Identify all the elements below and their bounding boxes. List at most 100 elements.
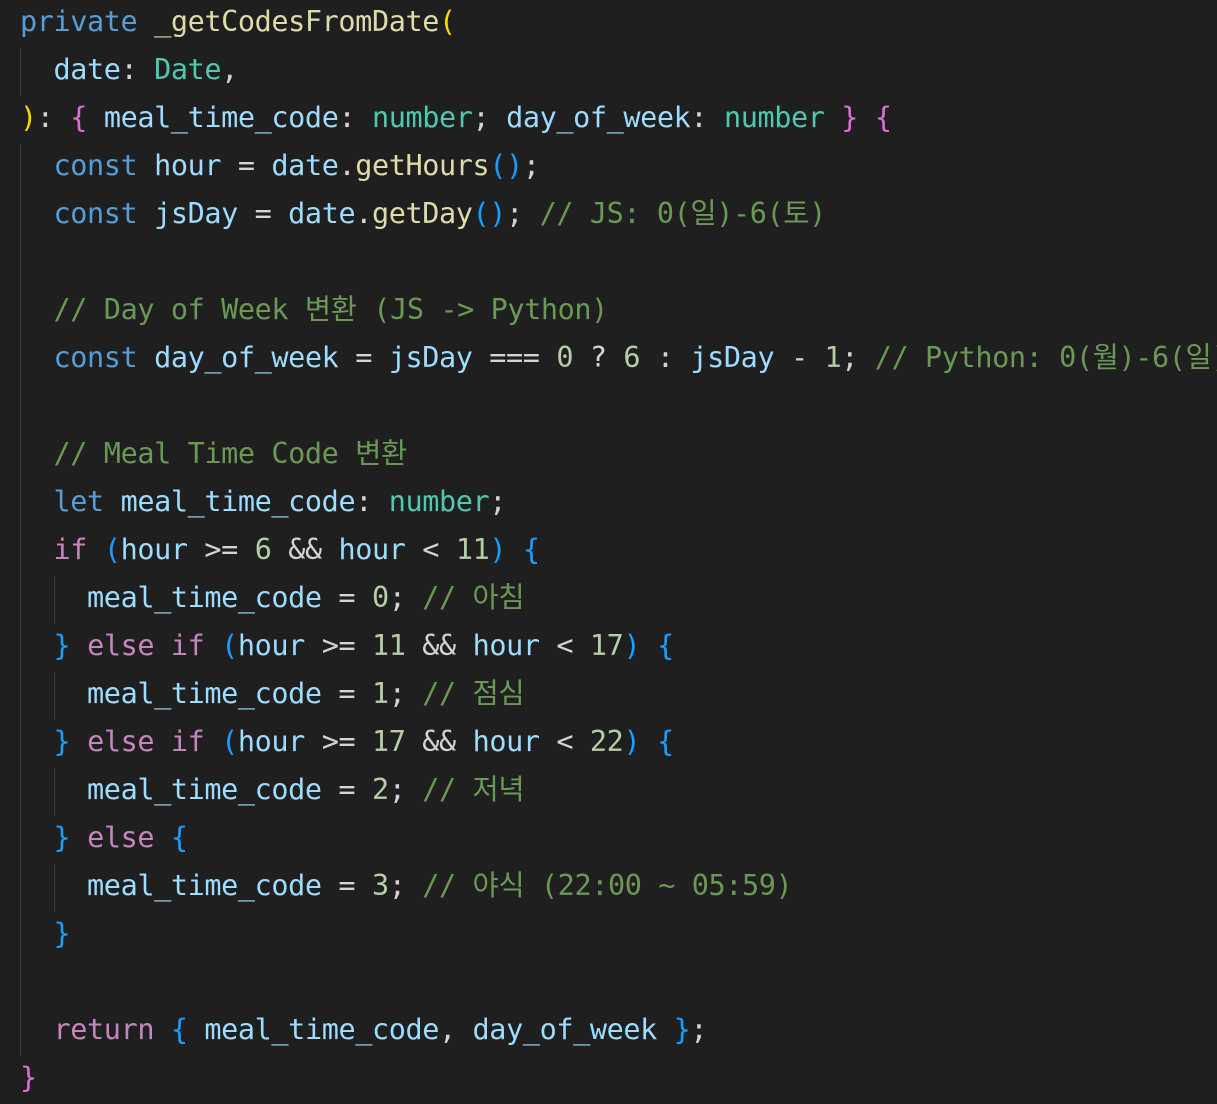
code-line[interactable]: meal_time_code = 1; // 점심: [20, 672, 1210, 720]
comment-token: // 아침: [422, 581, 525, 614]
variable-token: meal_time_code: [87, 773, 322, 806]
code-line[interactable]: }: [20, 1056, 1210, 1104]
type-token: number: [388, 485, 490, 518]
variable-token: hour: [237, 725, 305, 758]
variable-token: meal_time_code: [87, 677, 322, 710]
punctuation-token: ;: [388, 677, 423, 710]
code-line[interactable]: const jsDay = date.getDay(); // JS: 0(일)…: [20, 192, 1210, 240]
variable-token: jsDay: [690, 341, 775, 374]
bracket-token: {: [70, 101, 88, 134]
bracket-token: }: [20, 1061, 37, 1094]
variable-token: date: [271, 149, 339, 182]
punctuation-token: .: [355, 197, 372, 230]
variable-token: meal_time_code: [87, 581, 322, 614]
punctuation-token: &&: [271, 533, 339, 566]
comment-token: // Python: 0(월)-6(일): [874, 341, 1217, 374]
number-token: 0: [556, 341, 574, 374]
punctuation-token: =: [338, 341, 389, 374]
code-line[interactable]: ): { meal_time_code: number; day_of_week…: [20, 96, 1210, 144]
punctuation-token: ;: [472, 101, 507, 134]
punctuation-token: [20, 917, 54, 950]
punctuation-token: [20, 53, 54, 86]
punctuation-token: ;: [522, 149, 540, 182]
code-line[interactable]: const day_of_week = jsDay === 0 ? 6 : js…: [20, 336, 1217, 384]
number-token: 11: [455, 533, 490, 566]
number-token: 22: [589, 725, 624, 758]
punctuation-token: ;: [388, 869, 423, 902]
variable-token: jsDay: [154, 197, 238, 230]
bracket-token: ): [20, 101, 37, 134]
code-editor[interactable]: private _getCodesFromDate( date: Date,):…: [0, 0, 1217, 1104]
control-keyword-token: else if: [87, 629, 205, 662]
keyword-token: const: [53, 197, 138, 230]
punctuation-token: [87, 533, 104, 566]
bracket-token: ): [623, 725, 641, 758]
punctuation-token: [858, 101, 875, 134]
punctuation-token: :: [36, 101, 71, 134]
code-line[interactable]: [20, 960, 1210, 1008]
variable-token: date: [53, 53, 121, 86]
code-line[interactable]: [20, 240, 1210, 288]
punctuation-token: [20, 773, 87, 806]
code-line[interactable]: private _getCodesFromDate(: [20, 0, 1210, 48]
punctuation-token: ;: [388, 581, 423, 614]
variable-token: hour: [120, 533, 188, 566]
code-line[interactable]: meal_time_code = 3; // 야식 (22:00 ~ 05:59…: [20, 864, 1210, 912]
variable-token: hour: [237, 629, 305, 662]
code-line[interactable]: [20, 384, 1210, 432]
code-line[interactable]: let meal_time_code: number;: [20, 480, 1210, 528]
punctuation-token: &&: [405, 725, 473, 758]
code-line[interactable]: if (hour >= 6 && hour < 11) {: [20, 528, 1210, 576]
variable-token: date: [288, 197, 356, 230]
punctuation-token: :: [355, 485, 389, 518]
code-content[interactable]: private _getCodesFromDate( date: Date,):…: [20, 0, 1217, 1104]
number-token: 2: [371, 773, 389, 806]
punctuation-token: ===: [472, 341, 557, 374]
code-line[interactable]: meal_time_code = 0; // 아침: [20, 576, 1210, 624]
number-token: 1: [371, 677, 389, 710]
code-line[interactable]: meal_time_code = 2; // 저녁: [20, 768, 1210, 816]
bracket-token: {: [170, 1013, 188, 1046]
code-line[interactable]: // Meal Time Code 변환: [20, 432, 1210, 480]
punctuation-token: [20, 293, 54, 326]
code-line[interactable]: } else if (hour >= 11 && hour < 17) {: [20, 624, 1210, 672]
punctuation-token: >=: [304, 629, 372, 662]
keyword-token: private: [20, 5, 138, 38]
punctuation-token: [20, 1013, 54, 1046]
code-line[interactable]: }: [20, 912, 1210, 960]
punctuation-token: [137, 197, 154, 230]
code-line[interactable]: // Day of Week 변환 (JS -> Python): [20, 288, 1210, 336]
bracket-token: (: [103, 533, 121, 566]
bracket-token: {: [656, 629, 674, 662]
number-token: 11: [372, 629, 406, 662]
punctuation-token: =: [237, 197, 289, 230]
punctuation-token: [188, 1013, 205, 1046]
comment-token: // JS: 0(일)-6(토): [539, 197, 827, 230]
punctuation-token: ;: [489, 485, 507, 518]
punctuation-token: [70, 821, 87, 854]
bracket-token: }: [673, 1013, 691, 1046]
type-token: number: [371, 101, 473, 134]
punctuation-token: <: [405, 533, 456, 566]
bracket-token: {: [522, 533, 540, 566]
code-line[interactable]: } else {: [20, 816, 1210, 864]
punctuation-token: [506, 533, 523, 566]
punctuation-token: -: [774, 341, 825, 374]
number-token: 3: [371, 869, 389, 902]
variable-token: meal_time_code: [204, 1013, 440, 1046]
code-line[interactable]: } else if (hour >= 17 && hour < 22) {: [20, 720, 1210, 768]
number-token: 1: [824, 341, 842, 374]
punctuation-token: [154, 821, 171, 854]
comment-token: // 점심: [422, 677, 525, 710]
punctuation-token: ;: [690, 1013, 708, 1046]
punctuation-token: ;: [388, 773, 423, 806]
variable-token: hour: [154, 149, 222, 182]
punctuation-token: [657, 1013, 674, 1046]
punctuation-token: =: [321, 677, 372, 710]
variable-token: day_of_week: [154, 341, 339, 374]
code-line[interactable]: const hour = date.getHours();: [20, 144, 1210, 192]
code-line[interactable]: date: Date,: [20, 48, 1210, 96]
bracket-token: (): [472, 197, 507, 230]
code-line[interactable]: return { meal_time_code, day_of_week };: [20, 1008, 1210, 1056]
number-token: 6: [623, 341, 641, 374]
